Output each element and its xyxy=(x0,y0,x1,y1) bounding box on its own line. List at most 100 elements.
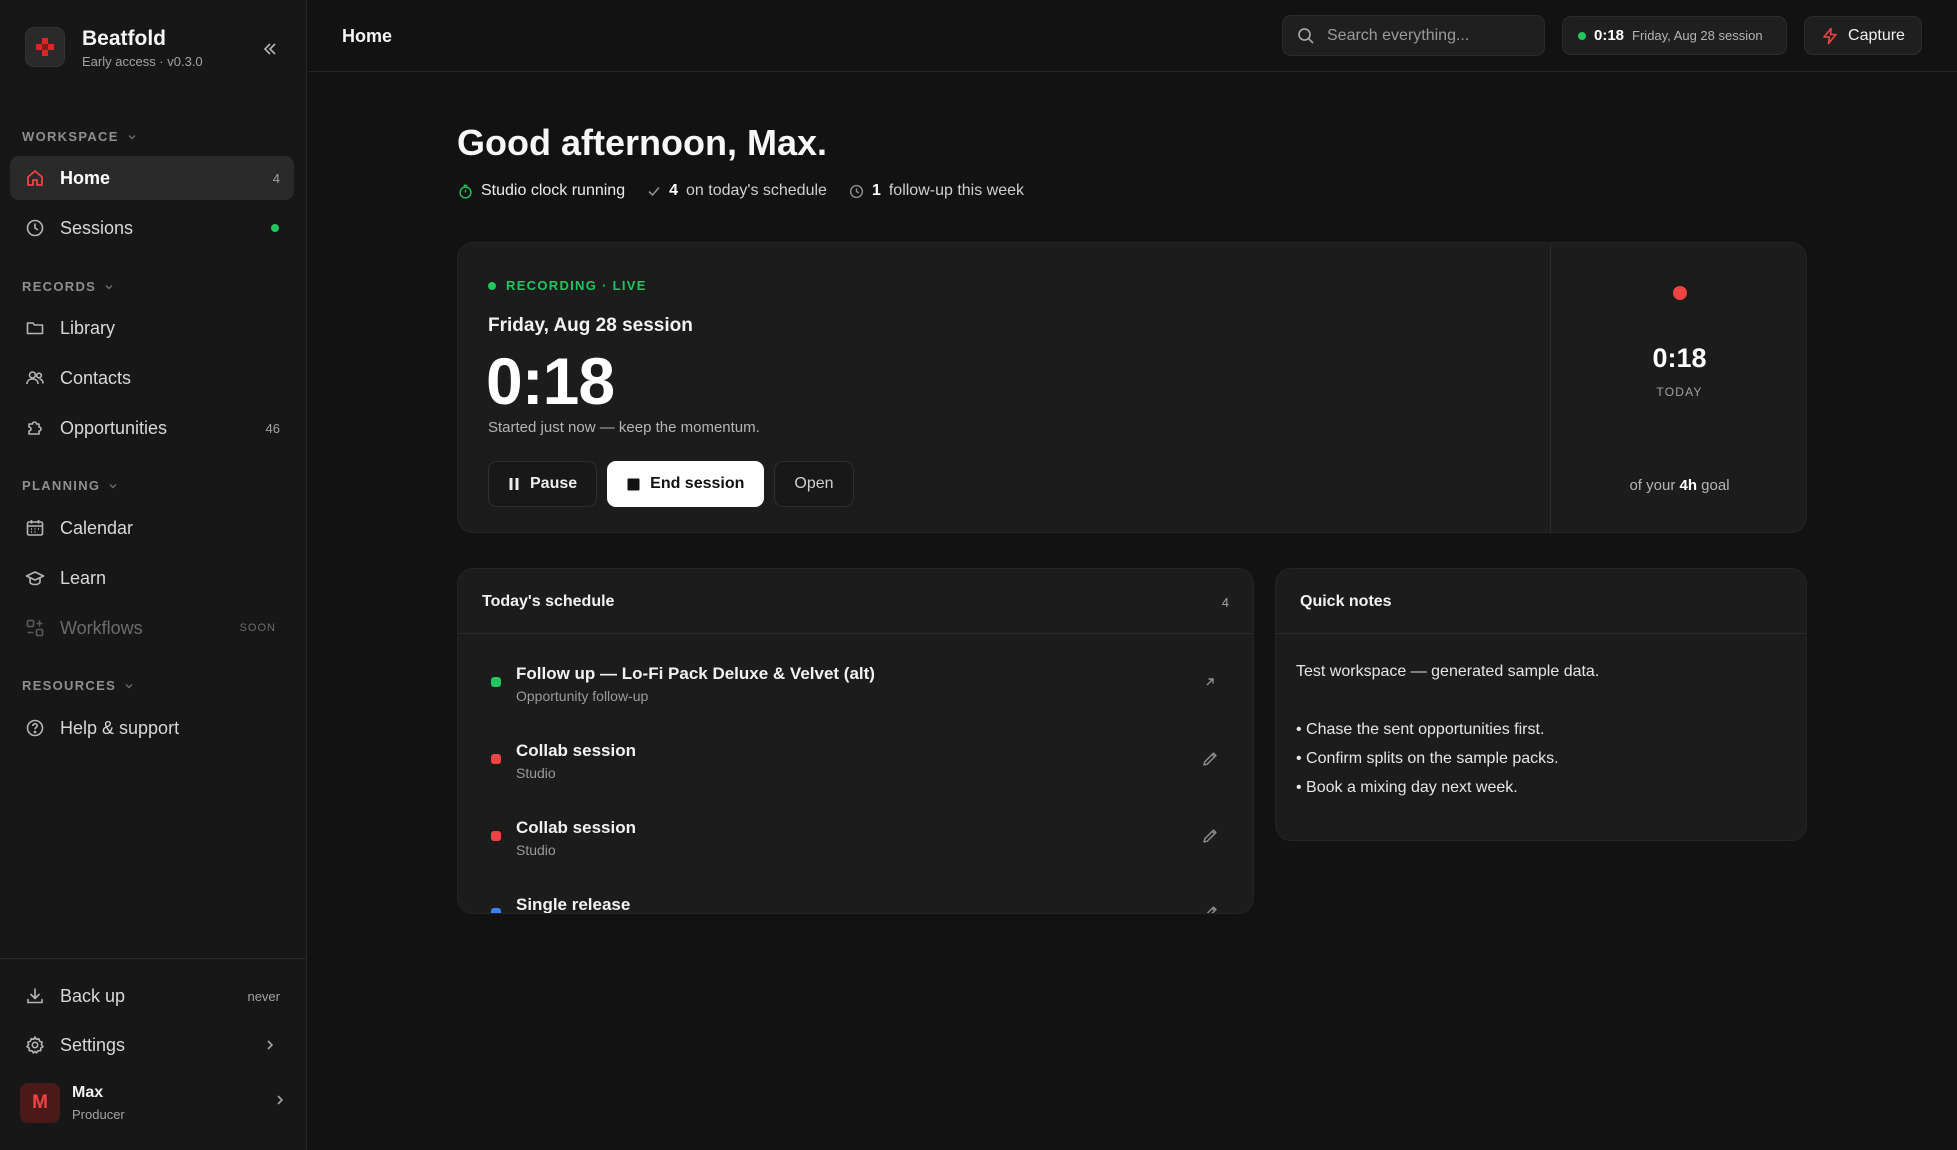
schedule-item-title: Follow up — Lo-Fi Pack Deluxe & Velvet (… xyxy=(516,664,875,683)
pause-label: Pause xyxy=(530,475,578,492)
notes-intro: Test workspace — generated sample data. xyxy=(1296,663,1600,680)
open-session-button[interactable]: Open xyxy=(774,461,854,507)
quick-notes-card[interactable]: Quick notes Test workspace — generated s… xyxy=(1275,568,1807,841)
gear-icon xyxy=(24,1034,46,1056)
schedule-item-title: Single release xyxy=(516,895,631,914)
help-circle-icon xyxy=(24,717,46,739)
recording-actions: Pause End session Open xyxy=(488,461,854,507)
sidebar-item-sessions[interactable]: Sessions xyxy=(10,206,294,250)
chevron-right-icon xyxy=(264,1039,276,1051)
section-workspace[interactable]: WORKSPACE xyxy=(22,129,137,144)
recording-card: RECORDING · LIVE Friday, Aug 28 session … xyxy=(457,242,1808,534)
goal-suffix: goal xyxy=(1701,477,1730,494)
live-status-dot xyxy=(1578,31,1586,40)
chevron-down-icon xyxy=(125,683,133,688)
schedule-item[interactable]: Single release xyxy=(458,888,1253,914)
sidebar-item-label: Workflows xyxy=(60,617,143,638)
schedule-item-title: Collab session xyxy=(516,818,636,837)
schedule-item-subtitle: Studio xyxy=(516,842,556,858)
sidebar-item-opportunities[interactable]: Opportunities 46 xyxy=(10,406,294,450)
section-resources[interactable]: RESOURCES xyxy=(22,678,134,693)
end-session-button[interactable]: End session xyxy=(607,461,765,507)
recording-main: RECORDING · LIVE Friday, Aug 28 session … xyxy=(458,243,1550,534)
schedule-count-badge: 4 xyxy=(1221,595,1229,610)
recording-timer: 0:18 xyxy=(486,344,615,418)
schedule-color-marker xyxy=(491,677,501,687)
schedule-summary: 4 on today's schedule xyxy=(647,182,827,200)
followup-text: follow-up this week xyxy=(888,182,1025,199)
chevron-down-icon xyxy=(128,134,136,139)
collapse-sidebar-button[interactable] xyxy=(255,36,285,62)
schedule-count: 4 xyxy=(669,182,678,199)
page-title: Home xyxy=(342,26,393,46)
brand-name: Beatfold xyxy=(82,27,166,50)
pencil-icon[interactable] xyxy=(1199,748,1221,770)
sidebar-item-label: Sessions xyxy=(60,217,134,238)
search-box[interactable] xyxy=(1282,15,1545,56)
sidebar-item-learn[interactable]: Learn xyxy=(10,556,294,600)
schedule-card: Today's schedule 4 Follow up — Lo-Fi Pac… xyxy=(457,568,1254,914)
greeting-meta: Studio clock running 4 on today's schedu… xyxy=(458,180,1046,202)
user-profile[interactable]: M Max Producer xyxy=(20,1083,290,1125)
notes-spacer xyxy=(1296,686,1786,715)
capture-button[interactable]: Capture xyxy=(1804,16,1922,55)
sidebar-item-home[interactable]: Home 4 xyxy=(10,156,294,200)
live-status-dot xyxy=(488,281,496,290)
sidebar-item-label: Calendar xyxy=(60,517,134,538)
settings-button[interactable]: Settings xyxy=(10,1023,294,1067)
sidebar-item-label: Library xyxy=(60,317,116,338)
pause-icon xyxy=(509,478,519,490)
section-planning[interactable]: PLANNING xyxy=(22,478,118,493)
brand-version: Early access · v0.3.0 xyxy=(82,54,203,69)
recording-subtitle: Started just now — keep the momentum. xyxy=(488,419,760,436)
timer-icon xyxy=(459,184,472,199)
clock-status: Studio clock running xyxy=(458,182,625,200)
schedule-text: on today's schedule xyxy=(686,182,827,199)
lightning-icon xyxy=(1823,27,1837,44)
recording-indicator xyxy=(1673,286,1687,300)
pencil-icon[interactable] xyxy=(1199,825,1221,847)
followup-summary: 1 follow-up this week xyxy=(849,182,1024,200)
sidebar-item-label: Opportunities xyxy=(60,417,168,438)
schedule-item[interactable]: Follow up — Lo-Fi Pack Deluxe & Velvet (… xyxy=(458,657,1253,717)
today-label: TODAY xyxy=(1656,385,1703,399)
goal-prefix: of your xyxy=(1629,477,1676,494)
greeting-title: Good afternoon, Max. xyxy=(457,122,828,163)
sidebar: Beatfold Early access · v0.3.0 WORKSPACE… xyxy=(0,0,307,1150)
search-input[interactable] xyxy=(1327,26,1527,45)
pause-button[interactable]: Pause xyxy=(488,461,598,507)
folder-icon xyxy=(24,317,46,339)
sidebar-item-workflows: Workflows SOON xyxy=(10,606,294,650)
schedule-color-marker xyxy=(491,754,501,764)
session-label: Friday, Aug 28 session xyxy=(1632,28,1763,43)
today-summary: 0:18 TODAY of your 4h goal xyxy=(1551,243,1808,534)
backup-button[interactable]: Back up never xyxy=(10,974,294,1018)
sidebar-item-contacts[interactable]: Contacts xyxy=(10,356,294,400)
schedule-item[interactable]: Collab session Studio xyxy=(458,811,1253,871)
brand: Beatfold Early access · v0.3.0 xyxy=(25,27,285,71)
settings-label: Settings xyxy=(60,1034,126,1055)
section-label: RECORDS xyxy=(22,279,97,294)
session-time: 0:18 xyxy=(1594,27,1625,44)
notes-body[interactable]: Test workspace — generated sample data. … xyxy=(1296,657,1786,802)
schedule-item-subtitle: Opportunity follow-up xyxy=(516,688,649,704)
topbar: Home 0:18 Friday, Aug 28 session Capture xyxy=(308,0,1957,72)
notes-bullet: • Chase the sent opportunities first. xyxy=(1296,721,1545,738)
calendar-icon xyxy=(24,517,46,539)
sidebar-item-help[interactable]: Help & support xyxy=(10,706,294,750)
workflow-icon xyxy=(24,617,46,639)
sidebar-item-library[interactable]: Library xyxy=(10,306,294,350)
puzzle-icon xyxy=(24,417,46,439)
brand-logo-icon xyxy=(25,27,65,67)
pencil-icon[interactable] xyxy=(1199,902,1221,913)
section-records[interactable]: RECORDS xyxy=(22,279,114,294)
backup-label: Back up xyxy=(60,985,126,1006)
arrow-up-right-icon[interactable] xyxy=(1199,671,1221,693)
schedule-item[interactable]: Collab session Studio xyxy=(458,734,1253,794)
active-session-pill[interactable]: 0:18 Friday, Aug 28 session xyxy=(1562,16,1787,55)
clock-status-text: Studio clock running xyxy=(481,182,626,199)
sidebar-item-calendar[interactable]: Calendar xyxy=(10,506,294,550)
recording-title: Friday, Aug 28 session xyxy=(488,315,693,336)
user-role: Producer xyxy=(72,1107,125,1122)
recording-status-text: RECORDING · LIVE xyxy=(506,278,647,293)
